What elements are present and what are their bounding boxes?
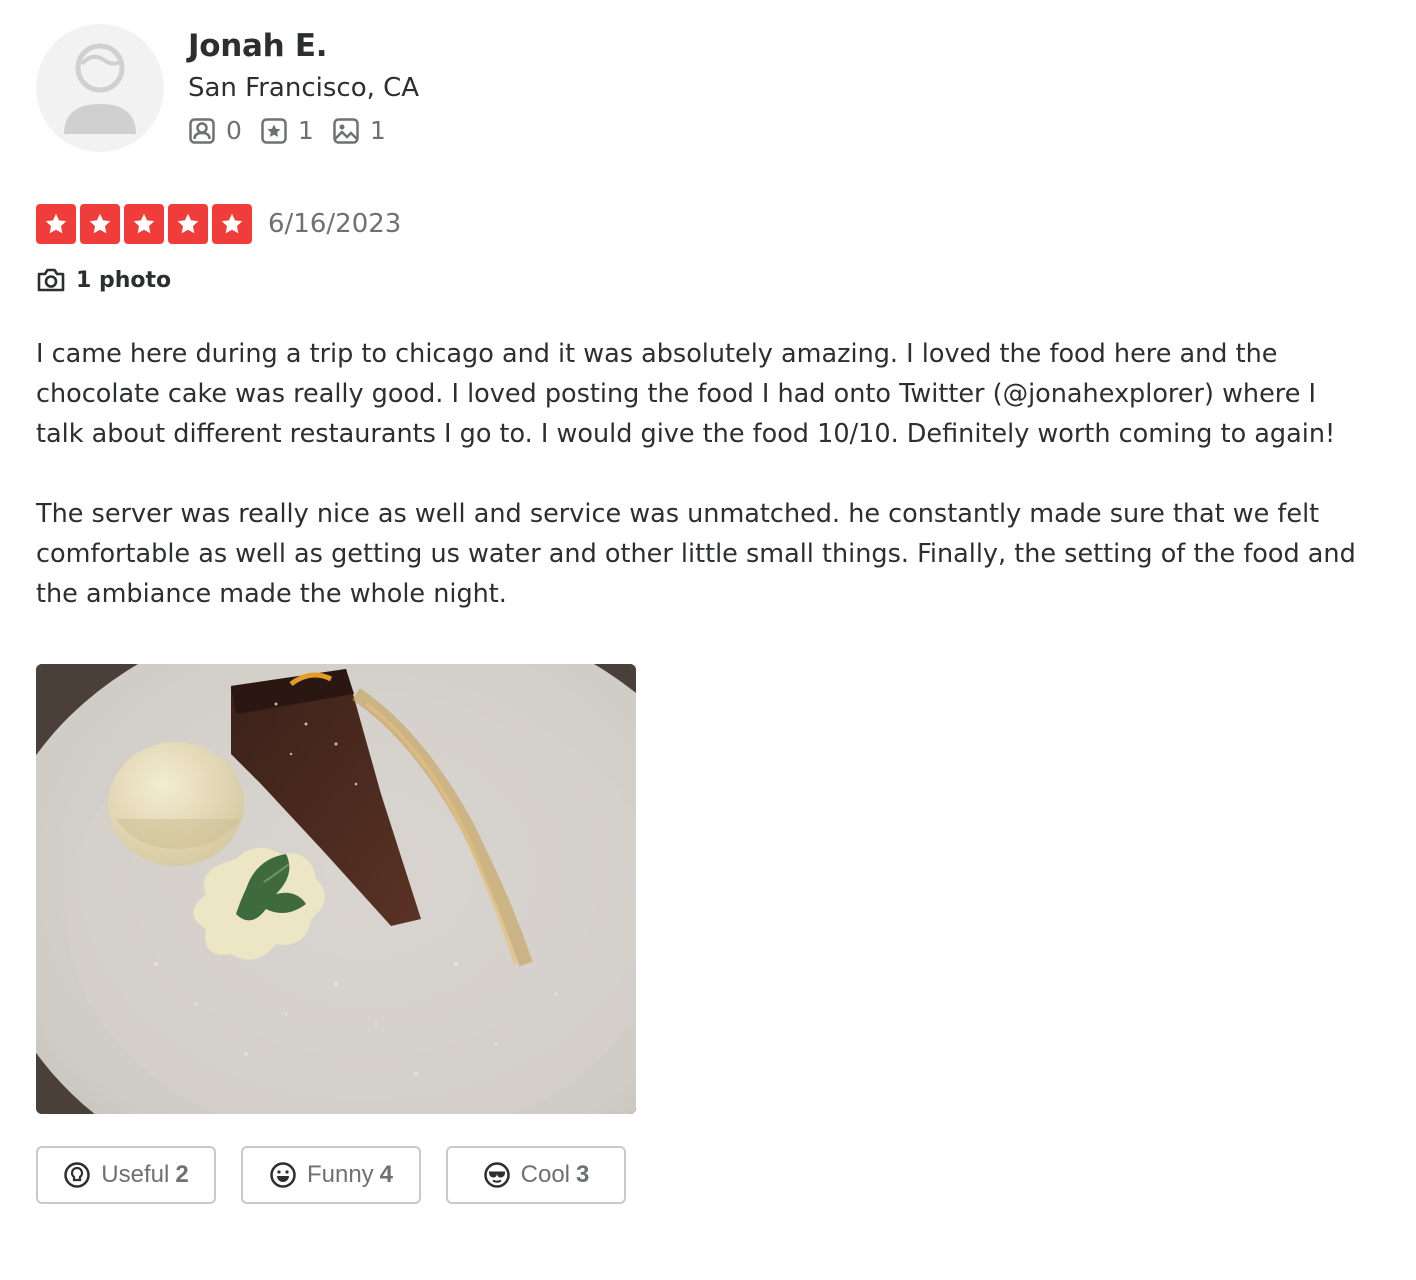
avatar[interactable]: [36, 24, 164, 152]
sunglasses-face-icon: [483, 1162, 510, 1188]
useful-count: 2: [175, 1161, 189, 1188]
photos-count: 1: [369, 116, 386, 145]
star-icon: [124, 204, 164, 244]
funny-count: 4: [379, 1161, 394, 1188]
photos-stat: 1: [332, 116, 386, 145]
lightbulb-icon: [64, 1162, 91, 1188]
photo-count-label: 1 photo: [76, 267, 172, 293]
star-icon: [212, 204, 252, 244]
funny-label: Funny: [306, 1161, 374, 1188]
photo-icon: [333, 117, 359, 144]
useful-button[interactable]: Useful 2: [36, 1146, 216, 1204]
friends-count: 0: [226, 116, 242, 145]
user-info: Jonah E. San Francisco, CA 0 1 1: [188, 26, 419, 145]
cool-count: 3: [576, 1161, 590, 1188]
friends-icon: [189, 117, 215, 144]
default-user-icon: [64, 43, 136, 134]
user-stats: 0 1 1: [188, 116, 419, 145]
user-location: San Francisco, CA: [188, 73, 420, 103]
rating-row: 6/16/2023: [36, 204, 1376, 244]
user-name[interactable]: Jonah E.: [188, 26, 419, 66]
dessert-photo-image: [36, 664, 636, 1114]
review-paragraph: The server was really nice as well and s…: [36, 499, 1356, 609]
review-star-icon: [261, 117, 287, 144]
funny-button[interactable]: Funny 4: [241, 1146, 421, 1204]
friends-stat: 0: [188, 116, 242, 145]
reviews-stat: 1: [260, 116, 314, 145]
user-header: Jonah E. San Francisco, CA 0 1 1: [36, 24, 1376, 152]
useful-label: Useful: [101, 1161, 170, 1188]
star-icon: [80, 204, 120, 244]
camera-icon: [37, 268, 65, 292]
review-body: I came here during a trip to chicago and…: [36, 334, 1356, 614]
review-card: Jonah E. San Francisco, CA 0 1 1 6/16/20…: [36, 24, 1376, 1204]
star-rating: [36, 204, 256, 244]
cool-label: Cool: [520, 1161, 570, 1188]
photo-count-link[interactable]: 1 photo: [36, 266, 1376, 294]
review-date: 6/16/2023: [268, 209, 402, 239]
star-icon: [168, 204, 208, 244]
review-paragraph: I came here during a trip to chicago and…: [36, 339, 1336, 449]
star-icon: [36, 204, 76, 244]
laughing-face-icon: [270, 1162, 296, 1188]
reaction-buttons: Useful 2 Funny 4 Cool 3: [36, 1146, 1376, 1204]
review-photo[interactable]: [36, 664, 636, 1114]
cool-button[interactable]: Cool 3: [446, 1146, 626, 1204]
reviews-count: 1: [297, 116, 314, 145]
